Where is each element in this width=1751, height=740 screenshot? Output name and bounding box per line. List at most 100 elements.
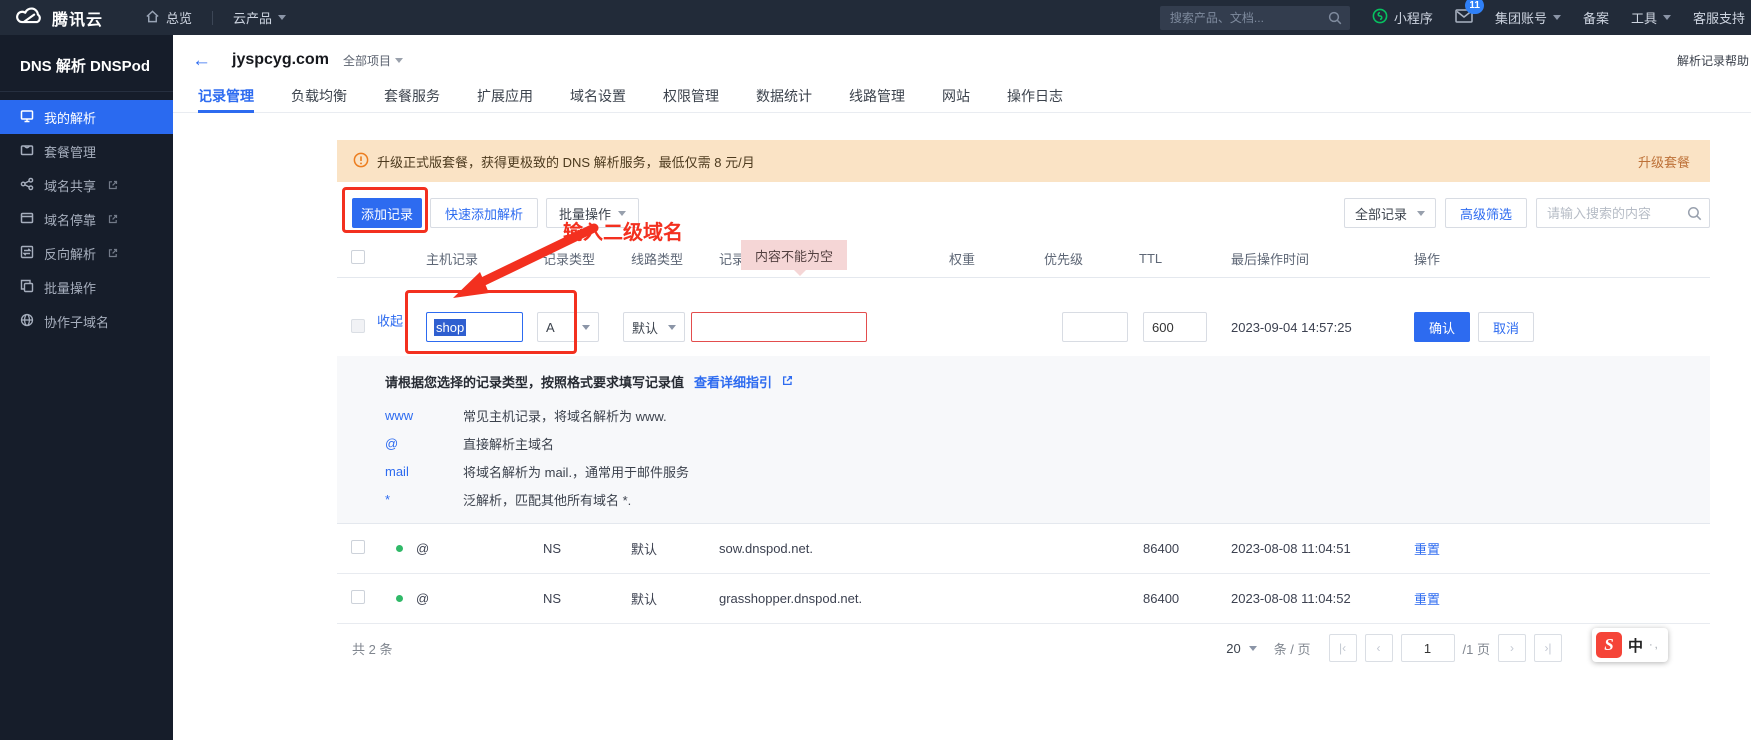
external-link-icon (108, 178, 118, 193)
sidebar-item-my-resolution[interactable]: 我的解析 (0, 100, 173, 134)
mini-program-icon (1372, 8, 1388, 27)
search-icon (1328, 11, 1342, 25)
sidebar-item-batch-operation[interactable]: 批量操作 (0, 270, 173, 304)
tab-load-balancing[interactable]: 负载均衡 (291, 85, 347, 113)
line-type-select[interactable]: 默认 (623, 312, 685, 342)
record-value-input[interactable] (691, 312, 867, 342)
row-checkbox (351, 319, 365, 333)
upgrade-plan-link[interactable]: 升级套餐 (1638, 152, 1690, 171)
messages-button[interactable]: 11 (1455, 9, 1473, 26)
collapse-link[interactable]: 收起 (377, 311, 403, 330)
chevron-down-icon (582, 325, 590, 334)
tab-permission-management[interactable]: 权限管理 (663, 85, 719, 113)
sidebar-item-label: 我的解析 (44, 108, 96, 127)
support-menu[interactable]: 客服支持 (1693, 8, 1745, 27)
tab-plan-services[interactable]: 套餐服务 (384, 85, 440, 113)
tab-domain-settings[interactable]: 域名设置 (570, 85, 626, 113)
back-arrow-icon[interactable]: ← (192, 51, 211, 70)
page-number-input[interactable] (1401, 634, 1455, 662)
column-ttl: TTL (1127, 251, 1219, 266)
add-record-button[interactable]: 添加记录 (352, 198, 422, 228)
sidebar-item-plan-management[interactable]: 套餐管理 (0, 134, 173, 168)
tencent-cloud-logo[interactable]: 腾讯云 (0, 6, 103, 30)
record-search (1536, 198, 1710, 228)
ttl-value: 86400 (1127, 541, 1219, 556)
nav-products[interactable]: 云产品 (233, 8, 286, 27)
help-row: @ 直接解析主域名 (385, 429, 1710, 457)
notification-badge: 11 (1465, 0, 1484, 14)
sidebar-item-label: 反向解析 (44, 244, 96, 263)
record-card: 升级正式版套餐，获得更极致的 DNS 解析服务，最低仅需 8 元/月 升级套餐 … (337, 140, 1710, 672)
host-record-input[interactable]: shop (426, 312, 523, 342)
icp-filing[interactable]: 备案 (1583, 8, 1609, 27)
advanced-filter-button[interactable]: 高级筛选 (1445, 198, 1527, 228)
help-key-link[interactable]: mail (385, 464, 463, 479)
page-size-unit: 条 / 页 (1274, 639, 1311, 658)
reset-link[interactable]: 重置 (1414, 592, 1440, 607)
chevron-down-icon (395, 58, 403, 67)
tab-bar: 记录管理 负载均衡 套餐服务 扩展应用 域名设置 权限管理 数据统计 线路管理 … (173, 85, 1751, 113)
weight-input[interactable] (1062, 312, 1128, 342)
external-link-icon (782, 374, 793, 389)
chevron-down-icon (278, 15, 286, 24)
view-guide-link[interactable]: 查看详细指引 (694, 372, 772, 391)
row-checkbox[interactable] (351, 590, 365, 604)
help-desc: 泛解析，匹配其他所有域名 *. (463, 490, 631, 509)
topbar-search-input[interactable] (1160, 6, 1350, 30)
record-search-input[interactable] (1536, 198, 1710, 228)
batch-operation-dropdown[interactable]: 批量操作 (546, 198, 639, 228)
chevron-down-icon (1417, 211, 1425, 220)
sidebar-item-label: 域名共享 (44, 176, 96, 195)
tab-website[interactable]: 网站 (942, 85, 970, 113)
last-page-button[interactable]: ›| (1534, 634, 1562, 662)
tools-menu[interactable]: 工具 (1631, 8, 1671, 27)
tab-record-management[interactable]: 记录管理 (198, 85, 254, 113)
domain-title: jyspcyg.com (232, 51, 329, 69)
confirm-button[interactable]: 确认 (1414, 312, 1470, 342)
support-label: 客服支持 (1693, 8, 1745, 27)
pagination: 20 条 / 页 |‹ ‹ /1 页 › ›| (1217, 634, 1562, 662)
sidebar-item-domain-parking[interactable]: 域名停靠 (0, 202, 173, 236)
sogou-logo-icon: S (1596, 632, 1622, 658)
cancel-button[interactable]: 取消 (1478, 312, 1534, 342)
monitor-icon (20, 109, 34, 126)
project-filter[interactable]: 全部项目 (343, 52, 403, 69)
first-page-button[interactable]: |‹ (1329, 634, 1357, 662)
group-account[interactable]: 集团账号 (1495, 8, 1561, 27)
chevron-down-icon (618, 211, 626, 220)
tab-data-statistics[interactable]: 数据统计 (756, 85, 812, 113)
host-value: @ (416, 541, 429, 556)
sidebar-item-reverse-resolution[interactable]: 反向解析 (0, 236, 173, 270)
tab-line-management[interactable]: 线路管理 (849, 85, 905, 113)
page-size-select[interactable]: 20 (1217, 634, 1265, 662)
quick-add-button[interactable]: 快速添加解析 (430, 198, 538, 228)
help-key-link[interactable]: www (385, 408, 463, 423)
next-page-button[interactable]: › (1498, 634, 1526, 662)
help-key-link[interactable]: @ (385, 436, 463, 451)
sidebar-item-label: 批量操作 (44, 278, 96, 297)
line-type-value: 默认 (632, 318, 658, 337)
chevron-down-icon (1553, 15, 1561, 24)
brand-name: 腾讯云 (52, 6, 103, 30)
ime-toolbar[interactable]: S 中 ·, (1592, 628, 1668, 662)
help-key-link[interactable]: * (385, 492, 463, 507)
record-filter-select[interactable]: 全部记录 (1344, 198, 1436, 228)
record-help-link[interactable]: 解析记录帮助 (1677, 52, 1749, 69)
nav-overview[interactable]: 总览 (145, 8, 192, 27)
sidebar-item-collaborative-subdomain[interactable]: 协作子域名 (0, 304, 173, 338)
record-type-select[interactable]: A (537, 312, 599, 342)
ttl-input[interactable] (1143, 312, 1207, 342)
sidebar: DNS 解析 DNSPod 我的解析 套餐管理 域名共享 域名停靠 反向解析 批… (0, 35, 173, 740)
sidebar-item-domain-sharing[interactable]: 域名共享 (0, 168, 173, 202)
prev-page-button[interactable]: ‹ (1365, 634, 1393, 662)
tab-operation-log[interactable]: 操作日志 (1007, 85, 1063, 113)
warning-circle-icon (353, 152, 377, 171)
select-all-checkbox[interactable] (351, 250, 365, 264)
mini-program[interactable]: 小程序 (1372, 8, 1433, 27)
tab-extended-apps[interactable]: 扩展应用 (477, 85, 533, 113)
reset-link[interactable]: 重置 (1414, 542, 1440, 557)
help-title: 请根据您选择的记录类型，按照格式要求填写记录值 (385, 372, 684, 391)
row-checkbox[interactable] (351, 540, 365, 554)
group-account-label: 集团账号 (1495, 8, 1547, 27)
browser-window-icon (20, 211, 34, 228)
